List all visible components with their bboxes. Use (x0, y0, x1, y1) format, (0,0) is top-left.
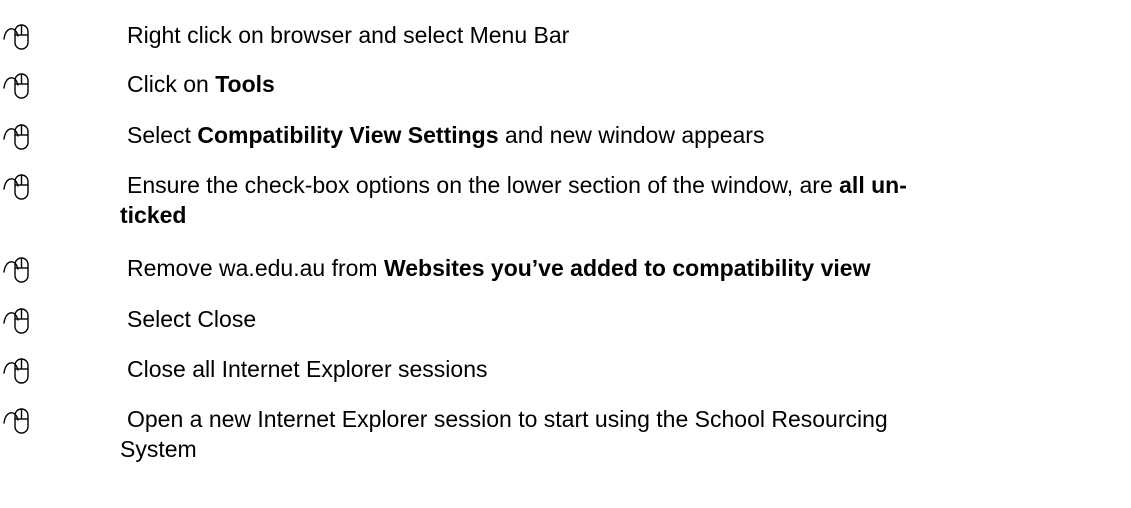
emphasis-text: Tools (215, 71, 275, 97)
mouse-pointer-icon (0, 253, 40, 289)
mouse-pointer-icon (3, 358, 29, 384)
body-text: Close all Internet Explorer sessions (127, 356, 488, 382)
emphasis-text: all un- (839, 172, 907, 198)
body-text: System (120, 436, 197, 462)
mouse-pointer-icon (3, 257, 29, 283)
step-text-line: Ensure the check-box options on the lowe… (127, 172, 907, 198)
mouse-pointer-icon (0, 20, 40, 56)
step-text: Remove wa.edu.au from Websites you’ve ad… (127, 253, 1127, 283)
step-text: Select Close (127, 304, 1127, 334)
body-text: Select Close (127, 306, 257, 332)
mouse-pointer-icon (0, 170, 40, 206)
emphasis-text: Websites you’ve added to compatibility v… (383, 255, 871, 281)
body-text: Right click on browser and select Menu B… (127, 22, 570, 48)
step-text-line: Close all Internet Explorer sessions (127, 356, 488, 382)
step-text-line: Right click on browser and select Menu B… (127, 22, 569, 48)
body-text: Select (127, 122, 198, 148)
mouse-pointer-icon (3, 73, 29, 99)
mouse-pointer-icon (0, 69, 40, 105)
body-text: Click on (127, 71, 216, 97)
emphasis-text: Compatibility View Settings (197, 122, 499, 148)
body-text: Remove wa.edu.au from (127, 255, 384, 281)
mouse-pointer-icon (0, 120, 40, 156)
step-text: Ensure the check-box options on the lowe… (120, 170, 1127, 230)
mouse-pointer-icon (3, 174, 29, 200)
mouse-pointer-icon (3, 24, 29, 50)
step-text-line: Open a new Internet Explorer session to … (127, 406, 888, 432)
mouse-pointer-icon (0, 304, 40, 340)
mouse-pointer-icon (3, 308, 29, 334)
step-text-line-2: ticked (120, 200, 1127, 230)
body-text: Ensure the check-box options on the lowe… (127, 172, 840, 198)
step-text: Right click on browser and select Menu B… (127, 20, 1127, 50)
mouse-pointer-icon (0, 404, 40, 440)
body-text: Open a new Internet Explorer session to … (127, 406, 888, 432)
step-text: Open a new Internet Explorer session to … (120, 404, 1127, 464)
mouse-pointer-icon (0, 354, 40, 390)
mouse-pointer-icon (3, 124, 29, 150)
step-text: Click on Tools (127, 69, 1127, 99)
step-text-line: Remove wa.edu.au from Websites you’ve ad… (127, 255, 870, 281)
step-text-line: Select Close (127, 306, 256, 332)
mouse-pointer-icon (3, 408, 29, 434)
step-text-line: Select Compatibility View Settings and n… (127, 122, 764, 148)
body-text: and new window appears (498, 122, 765, 148)
step-text: Select Compatibility View Settings and n… (127, 120, 1127, 150)
emphasis-text: ticked (120, 202, 187, 228)
step-text-line-2: System (120, 434, 1127, 464)
step-text-line: Click on Tools (127, 71, 275, 97)
step-text: Close all Internet Explorer sessions (127, 354, 1127, 384)
